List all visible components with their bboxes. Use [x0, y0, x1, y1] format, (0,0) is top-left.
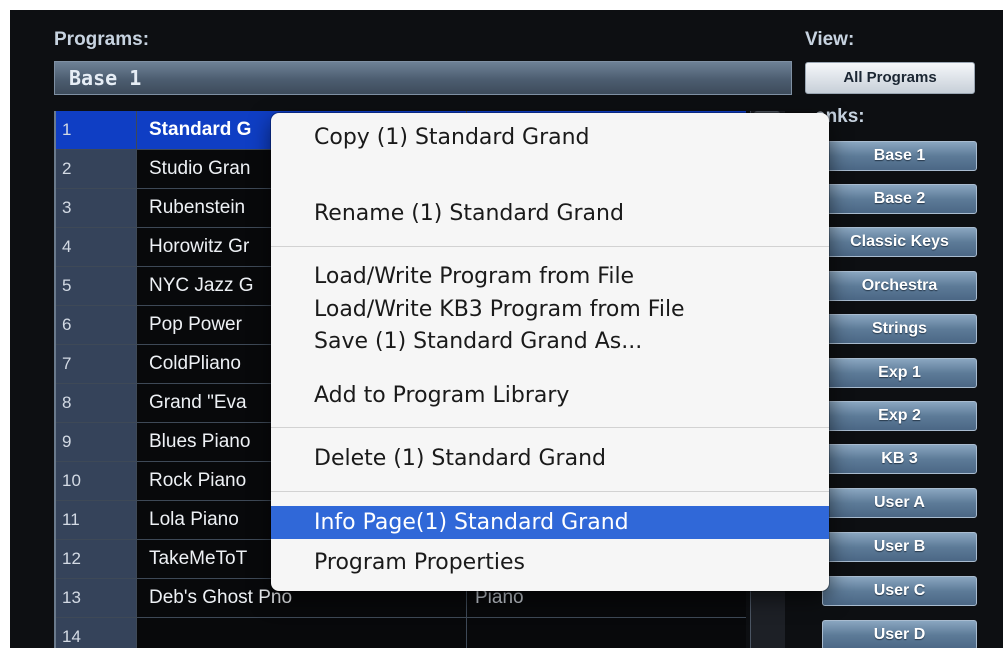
- bank-button-user-d[interactable]: User D: [822, 620, 977, 648]
- view-label: View:: [805, 29, 855, 50]
- program-category: [466, 618, 746, 648]
- menu-item-rename[interactable]: Rename (1) Standard Grand: [271, 197, 829, 230]
- program-number: 6: [56, 306, 136, 344]
- program-number: 13: [56, 579, 136, 617]
- program-number: 11: [56, 501, 136, 539]
- menu-item-save-as[interactable]: Save (1) Standard Grand As...: [271, 325, 829, 358]
- menu-item-program-properties[interactable]: Program Properties: [271, 546, 829, 579]
- program-number: 3: [56, 189, 136, 227]
- menu-separator: [271, 246, 829, 247]
- program-number: 5: [56, 267, 136, 305]
- program-number: 8: [56, 384, 136, 422]
- menu-separator: [271, 427, 829, 428]
- bank-button-orchestra[interactable]: Orchestra: [822, 271, 977, 301]
- bank-button-base-2[interactable]: Base 2: [822, 184, 977, 214]
- program-number: 12: [56, 540, 136, 578]
- menu-item-info-page[interactable]: Info Page(1) Standard Grand: [271, 506, 829, 539]
- program-number: 4: [56, 228, 136, 266]
- menu-item-load-write-program[interactable]: Load/Write Program from File: [271, 260, 829, 293]
- context-menu: Copy (1) Standard Grand Rename (1) Stand…: [271, 113, 829, 591]
- bank-button-classic-keys[interactable]: Classic Keys: [822, 227, 977, 257]
- menu-item-delete[interactable]: Delete (1) Standard Grand: [271, 442, 829, 475]
- menu-item-load-write-kb3-program[interactable]: Load/Write KB3 Program from File: [271, 293, 829, 326]
- bank-button-kb-3[interactable]: KB 3: [822, 444, 977, 474]
- current-bank-header: Base 1: [54, 61, 792, 95]
- table-row[interactable]: 14: [56, 618, 746, 648]
- bank-button-user-b[interactable]: User B: [822, 532, 977, 562]
- program-number: 2: [56, 150, 136, 188]
- bank-button-strings[interactable]: Strings: [822, 314, 977, 344]
- bank-button-exp-2[interactable]: Exp 2: [822, 401, 977, 431]
- program-number: 9: [56, 423, 136, 461]
- menu-item-add-to-library[interactable]: Add to Program Library: [271, 379, 829, 412]
- bank-button-user-a[interactable]: User A: [822, 488, 977, 518]
- all-programs-button[interactable]: All Programs: [805, 62, 975, 94]
- menu-item-copy[interactable]: Copy (1) Standard Grand: [271, 121, 829, 154]
- bank-button-exp-1[interactable]: Exp 1: [822, 358, 977, 388]
- menu-separator: [271, 491, 829, 492]
- program-number: 14: [56, 618, 136, 648]
- bank-button-base-1[interactable]: Base 1: [822, 141, 977, 171]
- programs-label: Programs:: [54, 29, 150, 50]
- program-name: [136, 618, 466, 648]
- program-number: 1: [56, 111, 136, 149]
- program-number: 10: [56, 462, 136, 500]
- bank-button-user-c[interactable]: User C: [822, 576, 977, 606]
- program-number: 7: [56, 345, 136, 383]
